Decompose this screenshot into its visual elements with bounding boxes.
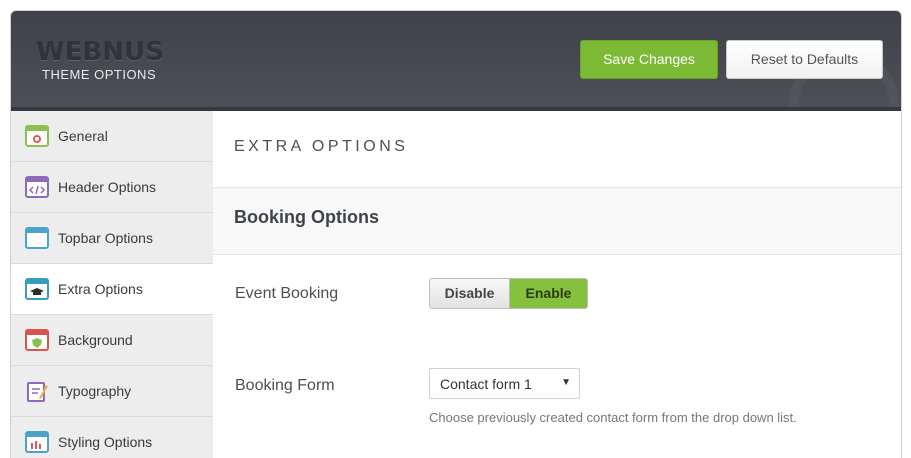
booking-form-select[interactable]: Contact form 1 ▼	[429, 368, 580, 399]
sidebar-item-background[interactable]: Background	[11, 315, 213, 366]
event-booking-toggle: Disable Enable	[429, 278, 588, 309]
logo: WEBNUS	[36, 37, 164, 67]
document-pen-icon	[27, 382, 48, 402]
booking-form-help: Choose previously created contact form f…	[429, 410, 797, 425]
sidebar-item-label: Styling Options	[58, 434, 153, 450]
sidebar-item-label: Topbar Options	[58, 230, 153, 246]
sidebar-item-header-options[interactable]: Header Options	[11, 162, 213, 213]
section-title: Booking Options	[234, 207, 379, 227]
sidebar-item-label: Extra Options	[58, 281, 143, 297]
graduation-cap-window-icon	[25, 278, 49, 300]
sidebar-item-label: Typography	[58, 383, 132, 399]
sidebar-item-typography[interactable]: Typography	[11, 366, 213, 417]
sidebar-item-extra-options[interactable]: Extra Options	[11, 264, 214, 315]
bar-chart-window-icon	[25, 431, 49, 453]
event-booking-label: Event Booking	[235, 285, 339, 302]
theme-options-panel: WEBNUS THEME OPTIONS Save Changes Reset …	[10, 10, 902, 458]
code-window-icon	[25, 176, 49, 198]
save-changes-button[interactable]: Save Changes	[580, 40, 718, 79]
disable-button[interactable]: Disable	[430, 279, 510, 308]
main-content: EXTRA OPTIONS Booking Options Event Book…	[213, 111, 901, 458]
logo-subtitle: THEME OPTIONS	[42, 67, 157, 82]
select-value: Contact form 1	[440, 376, 532, 392]
sidebar-item-label: General	[58, 128, 108, 144]
enable-button[interactable]: Enable	[510, 279, 587, 308]
gear-window-icon	[25, 125, 49, 147]
sidebar: General Header Options Topbar Options Ex…	[11, 111, 214, 458]
sidebar-item-styling-options[interactable]: Styling Options	[11, 417, 213, 458]
sidebar-item-label: Background	[58, 332, 133, 348]
sidebar-item-topbar-options[interactable]: Topbar Options	[11, 213, 213, 264]
page-title: EXTRA OPTIONS	[234, 138, 409, 155]
window-icon	[25, 227, 49, 249]
dropdown-arrow-icon: ▼	[561, 377, 571, 388]
shield-window-icon	[25, 329, 49, 351]
sidebar-item-general[interactable]: General	[11, 111, 213, 162]
sidebar-item-label: Header Options	[58, 179, 157, 195]
section-header: Booking Options	[213, 187, 901, 255]
booking-form-label: Booking Form	[235, 377, 335, 394]
reset-to-defaults-button[interactable]: Reset to Defaults	[726, 40, 883, 79]
header: WEBNUS THEME OPTIONS Save Changes Reset …	[11, 11, 901, 159]
